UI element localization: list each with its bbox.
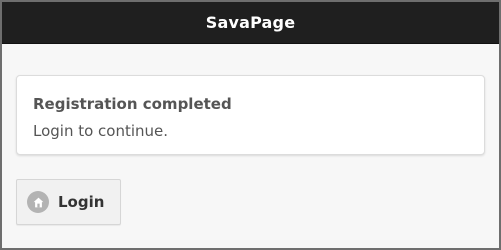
main-content: Registration completed Login to continue…	[2, 44, 499, 225]
login-button-label: Login	[58, 193, 105, 211]
registration-message-title: Registration completed	[33, 95, 232, 113]
app-title: SavaPage	[205, 13, 296, 32]
app-header: SavaPage	[2, 2, 499, 44]
app-window: SavaPage Registration completed Login to…	[0, 0, 501, 250]
registration-message-card: Registration completed Login to continue…	[16, 75, 485, 155]
home-icon	[27, 191, 49, 213]
registration-message-text: Login to continue.	[33, 122, 169, 140]
login-button[interactable]: Login	[16, 179, 122, 225]
